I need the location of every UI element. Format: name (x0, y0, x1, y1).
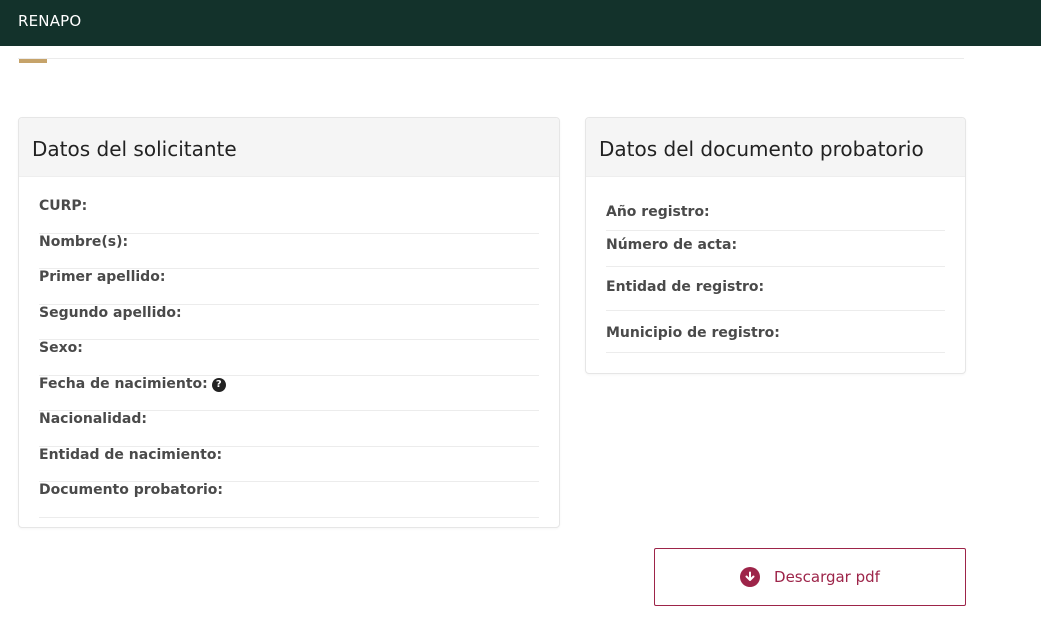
field-label-municipio-registro: Municipio de registro: (606, 325, 780, 341)
download-pdf-label: Descargar pdf (774, 568, 880, 586)
field-label-numero-acta: Número de acta: (606, 237, 738, 253)
field-row-municipio-registro: Municipio de registro: (606, 311, 945, 353)
field-row-segundo-apellido: Segundo apellido: (39, 304, 539, 340)
field-label-sexo: Sexo: (39, 340, 83, 356)
documento-panel-header: Datos del documento probatorio (586, 118, 965, 177)
field-row-nombre: Nombre(s): (39, 233, 539, 269)
field-label-fecha-nacimiento: Fecha de nacimiento: (39, 375, 208, 392)
documento-field-list: Año registro: Número de acta: Entidad de… (606, 198, 945, 353)
field-row-documento-probatorio: Documento probatorio: (39, 482, 539, 518)
field-row-curp: CURP: (39, 198, 539, 234)
arrow-down-circle-icon (740, 567, 761, 587)
solicitante-panel-title: Datos del solicitante (32, 137, 237, 161)
field-row-nacionalidad: Nacionalidad: (39, 411, 539, 447)
field-label-nombre: Nombre(s): (39, 233, 129, 250)
question-circle-icon[interactable]: ? (211, 377, 226, 392)
tab-divider (18, 58, 964, 59)
solicitante-field-list: CURP: Nombre(s): Primer apellido: Segund… (39, 198, 539, 518)
field-label-nacionalidad: Nacionalidad: (39, 411, 147, 427)
field-label-primer-apellido: Primer apellido: (39, 269, 166, 285)
brand-logo-text[interactable]: RENAPO (18, 12, 81, 30)
solicitante-panel-header: Datos del solicitante (19, 118, 559, 177)
field-label-curp: CURP: (39, 198, 88, 214)
field-row-anio-registro: Año registro: (606, 198, 945, 231)
field-row-numero-acta: Número de acta: (606, 231, 945, 267)
field-row-primer-apellido: Primer apellido: (39, 269, 539, 305)
field-label-fecha-nacimiento-wrap: Fecha de nacimiento:? (39, 376, 226, 392)
documento-panel-title: Datos del documento probatorio (599, 137, 924, 161)
download-pdf-button[interactable]: Descargar pdf (654, 548, 966, 606)
field-row-sexo: Sexo: (39, 340, 539, 376)
documento-panel: Datos del documento probatorio Año regis… (585, 117, 966, 374)
solicitante-panel: Datos del solicitante CURP: Nombre(s): P… (18, 117, 560, 528)
field-row-entidad-nacimiento: Entidad de nacimiento: (39, 446, 539, 482)
top-header-bar: RENAPO (0, 0, 1041, 46)
field-label-anio-registro: Año registro: (606, 204, 710, 220)
field-row-entidad-registro: Entidad de registro: (606, 267, 945, 311)
field-row-fecha-nacimiento: Fecha de nacimiento:? (39, 376, 539, 411)
field-label-documento-probatorio: Documento probatorio: (39, 482, 223, 498)
field-label-segundo-apellido: Segundo apellido: (39, 304, 182, 321)
field-label-entidad-nacimiento: Entidad de nacimiento: (39, 446, 223, 463)
field-label-entidad-registro: Entidad de registro: (606, 279, 765, 295)
active-tab-indicator (19, 59, 47, 63)
